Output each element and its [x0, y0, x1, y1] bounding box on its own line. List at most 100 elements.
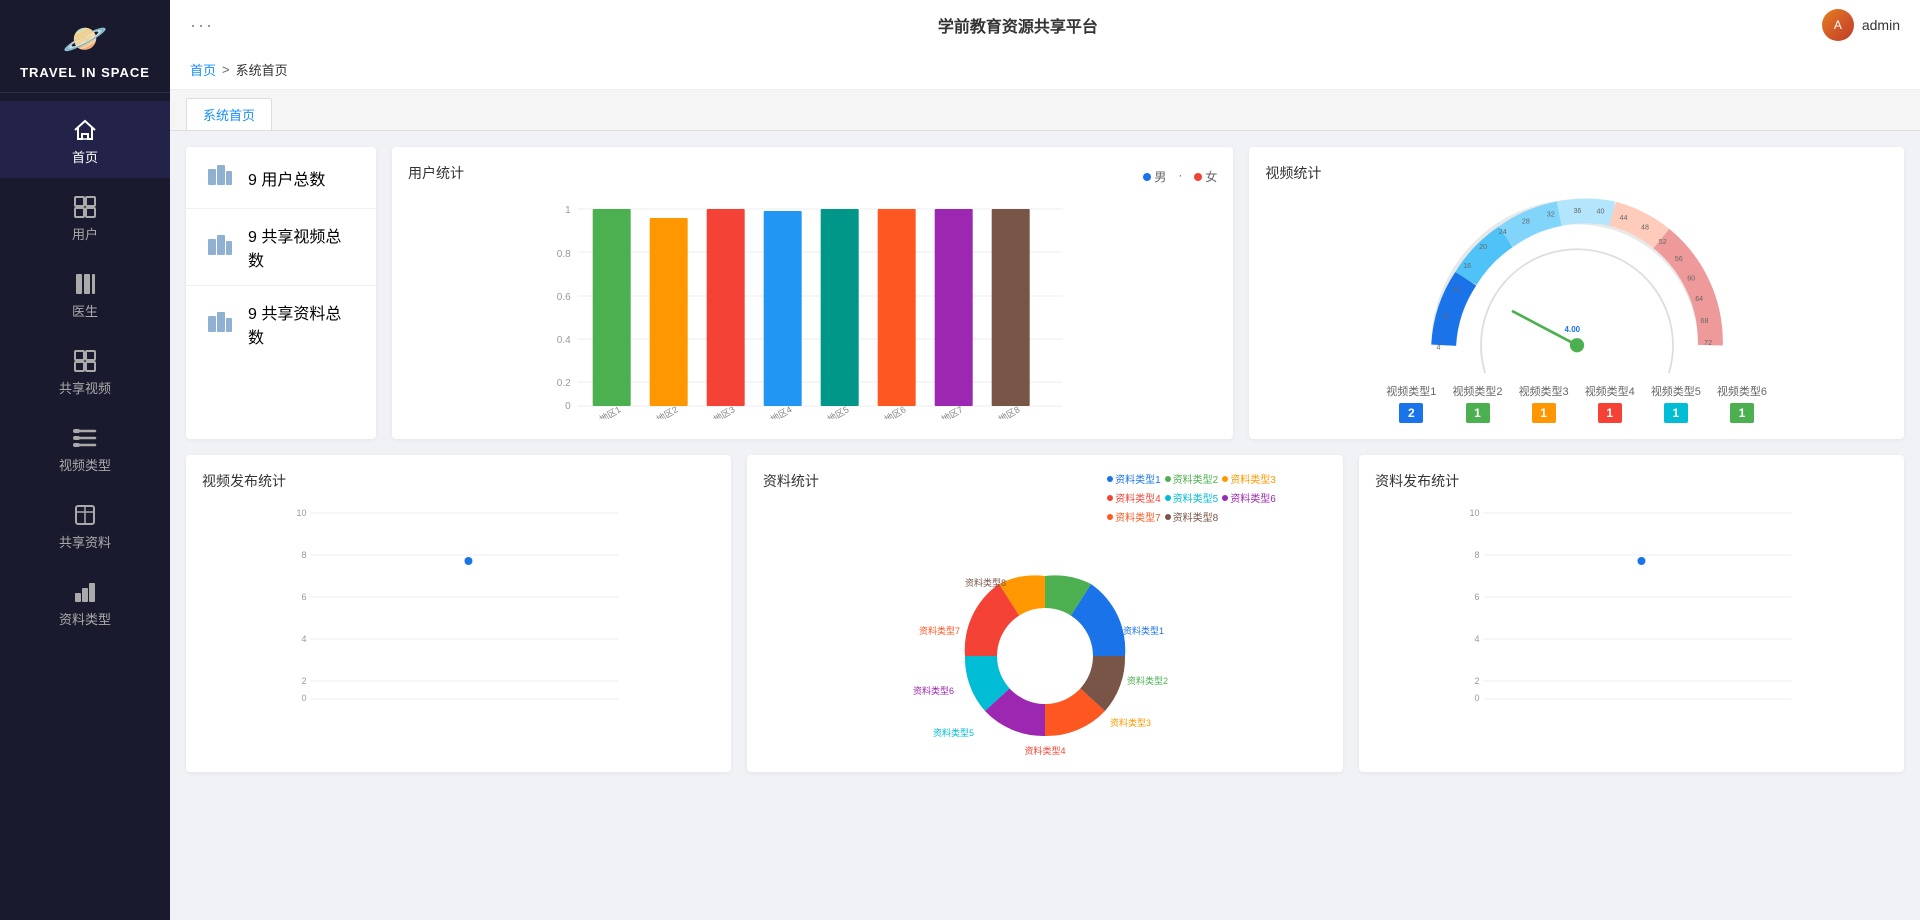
- svg-text:36: 36: [1573, 207, 1581, 215]
- stat-row-resources: 9 共享资料总数: [186, 286, 376, 362]
- svg-text:0.6: 0.6: [557, 292, 571, 303]
- video-stat-title: 视频统计: [1265, 163, 1888, 183]
- sidebar-label-home: 首页: [72, 147, 98, 166]
- shared-resource-icon: [72, 502, 98, 528]
- breadcrumb-current: 系统首页: [236, 60, 288, 79]
- res-legend-7: 资料类型7: [1107, 509, 1161, 524]
- sidebar-label-video-type: 视频类型: [59, 455, 111, 474]
- sidebar-label-shared-resource: 共享资料: [59, 532, 111, 551]
- stat-videos-icon: [206, 231, 234, 264]
- sidebar-label-resource-type: 资料类型: [59, 609, 111, 628]
- stat-users-label: 用户总数: [261, 172, 325, 189]
- svg-text:20: 20: [1479, 243, 1487, 251]
- svg-text:10: 10: [296, 508, 306, 518]
- user-chart-title: 用户统计: [408, 163, 464, 183]
- legend-type6-count: 1: [1730, 403, 1754, 423]
- main-content: 9 用户总数 9 共享视频总数: [170, 131, 1920, 920]
- doctor-icon: [72, 271, 98, 297]
- sidebar-item-shared-resource[interactable]: 共享资料: [0, 486, 170, 563]
- stat-resources-value: 9: [248, 306, 257, 323]
- svg-text:4: 4: [1475, 634, 1480, 644]
- svg-text:32: 32: [1546, 210, 1554, 218]
- resource-stat-title: 资料统计: [763, 471, 819, 491]
- breadcrumb: 首页 > 系统首页: [170, 50, 1920, 90]
- main-area: ··· 学前教育资源共享平台 A admin 首页 > 系统首页 系统首页: [170, 0, 1920, 920]
- legend-type5-label: 视频类型5: [1651, 383, 1701, 399]
- resource-publish-card: 资料发布统计 10 8 6 4 2 0: [1359, 455, 1904, 772]
- legend-type4-label: 视频类型4: [1585, 383, 1635, 399]
- sidebar-item-doctor[interactable]: 医生: [0, 255, 170, 332]
- resource-publish-title: 资料发布统计: [1375, 471, 1888, 491]
- svg-text:4.00: 4.00: [1564, 325, 1580, 334]
- logo-text: TRAVEL IN SPACE: [20, 64, 150, 82]
- svg-text:52: 52: [1658, 238, 1666, 246]
- resource-stat-card: 资料统计 资料类型1 资料类型2 资料类型3 资料类型4 资料类型5 资料类型6…: [747, 455, 1343, 772]
- res-legend-8: 资料类型8: [1165, 509, 1219, 524]
- sidebar-item-resource-type[interactable]: 资料类型: [0, 563, 170, 640]
- header-dots: ···: [190, 15, 214, 36]
- gender-legend: 男 · 女: [1143, 168, 1217, 185]
- svg-text:资料类型1: 资料类型1: [1123, 625, 1164, 636]
- svg-text:48: 48: [1641, 224, 1649, 232]
- svg-text:8: 8: [1475, 550, 1480, 560]
- legend-type6: 视频类型6 1: [1717, 383, 1767, 423]
- video-type-icon: [72, 425, 98, 451]
- sidebar-item-shared-video[interactable]: 共享视频: [0, 332, 170, 409]
- user-bar-chart: 1 0.8 0.6 0.4 0.2 0: [408, 199, 1217, 419]
- sidebar-item-home[interactable]: 首页: [0, 101, 170, 178]
- video-publish-svg: 10 8 6 4 2 0 2024.02.04: [202, 501, 715, 701]
- svg-text:2: 2: [1475, 676, 1480, 686]
- stat-videos-label: 共享视频总数: [248, 229, 341, 270]
- svg-text:24: 24: [1498, 228, 1506, 236]
- header-user: A admin: [1822, 9, 1900, 41]
- user-chart-card: 用户统计 男 · 女 1 0.8 0.6 0.4 0.2: [392, 147, 1233, 439]
- shared-video-icon: [72, 348, 98, 374]
- sidebar-nav: 首页 用户 医生: [0, 101, 170, 640]
- video-publish-card: 视频发布统计 10 8 6 4 2 0: [186, 455, 731, 772]
- res-legend-2: 资料类型2: [1165, 471, 1219, 486]
- bar-chart-svg: 1 0.8 0.6 0.4 0.2 0: [408, 199, 1217, 419]
- breadcrumb-home[interactable]: 首页: [190, 60, 216, 79]
- svg-text:0.8: 0.8: [557, 249, 571, 260]
- svg-text:56: 56: [1674, 255, 1682, 263]
- legend-type1: 视频类型1 2: [1386, 383, 1436, 423]
- svg-text:16: 16: [1463, 262, 1471, 270]
- svg-text:12: 12: [1452, 286, 1460, 294]
- svg-text:44: 44: [1619, 214, 1627, 222]
- res-legend-1: 资料类型1: [1107, 471, 1161, 486]
- legend-type6-label: 视频类型6: [1717, 383, 1767, 399]
- svg-text:资料类型8: 资料类型8: [965, 577, 1006, 588]
- res-legend-6: 资料类型6: [1222, 490, 1276, 505]
- svg-text:72: 72: [1704, 339, 1712, 347]
- home-icon: [72, 117, 98, 143]
- svg-text:10: 10: [1470, 508, 1480, 518]
- female-legend: 女: [1194, 168, 1217, 185]
- header: ··· 学前教育资源共享平台 A admin: [170, 0, 1920, 50]
- username-label: admin: [1862, 17, 1900, 33]
- sidebar: 🪐 TRAVEL IN SPACE 首页: [0, 0, 170, 920]
- svg-text:2: 2: [301, 676, 306, 686]
- stat-users-value: 9: [248, 172, 257, 189]
- svg-text:8: 8: [1443, 313, 1447, 321]
- legend-type2-count: 1: [1466, 403, 1490, 423]
- svg-text:资料类型6: 资料类型6: [913, 685, 954, 696]
- dot-sep: ·: [1178, 168, 1182, 185]
- gauge-svg: 4 8 12 16 20 24 28 32 36 40 44 48 52 56: [1417, 193, 1737, 373]
- legend-type3: 视频类型3 1: [1519, 383, 1569, 423]
- resource-legend: 资料类型1 资料类型2 资料类型3 资料类型4 资料类型5 资料类型6 资料类型…: [1107, 471, 1327, 524]
- stat-resources-label: 共享资料总数: [248, 306, 341, 347]
- svg-text:0: 0: [565, 401, 571, 412]
- resource-publish-svg: 10 8 6 4 2 0 2024.02.04: [1375, 501, 1888, 701]
- res-legend-4: 资料类型4: [1107, 490, 1161, 505]
- sidebar-item-video-type[interactable]: 视频类型: [0, 409, 170, 486]
- users-icon: [72, 194, 98, 220]
- svg-text:资料类型7: 资料类型7: [919, 625, 960, 636]
- sidebar-label-shared-video: 共享视频: [59, 378, 111, 397]
- svg-text:资料类型3: 资料类型3: [1110, 717, 1151, 728]
- bottom-row: 视频发布统计 10 8 6 4 2 0: [186, 455, 1904, 772]
- tab-system-home[interactable]: 系统首页: [186, 98, 272, 130]
- video-publish-title: 视频发布统计: [202, 471, 715, 491]
- stat-users-icon: [206, 161, 234, 194]
- sidebar-item-users[interactable]: 用户: [0, 178, 170, 255]
- stat-row-videos: 9 共享视频总数: [186, 209, 376, 286]
